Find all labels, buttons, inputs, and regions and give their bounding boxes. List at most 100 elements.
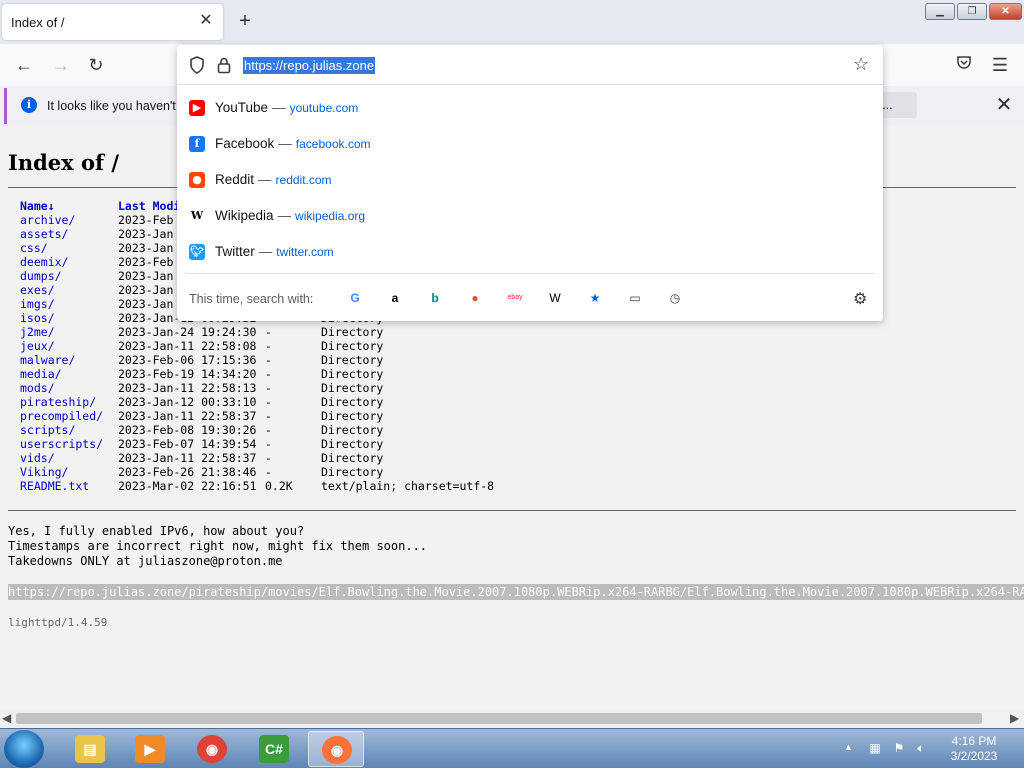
table-row: isos/2023-Jan-12 00:29:32-Directory [20,311,383,325]
taskbar-csharp-app[interactable]: C# [246,731,302,767]
taskbar-explorer-app[interactable]: ▤ [62,731,118,767]
start-button[interactable] [4,730,44,768]
tray-expand-icon[interactable]: ▲ [844,742,853,752]
entry-link[interactable]: precompiled/ [20,409,103,423]
modified-column-header[interactable]: Last Modi [118,199,180,213]
entry-link[interactable]: media/ [20,367,62,381]
close-window-button[interactable]: ✕ [989,3,1022,20]
engine-bookmarks-icon[interactable]: ★ [586,289,604,307]
search-settings-gear-icon[interactable]: ⚙ [853,289,867,309]
bookmark-star-icon[interactable]: ☆ [853,54,869,75]
entry-link[interactable]: archive/ [20,213,75,227]
entry-link[interactable]: dumps/ [20,269,62,283]
selected-url-text: https://repo.julias.zone/pirateship/movi… [8,584,1024,600]
entry-modified: 2023-Jan-11 22:58:13 [118,381,257,395]
tab-index[interactable]: Index of / ✕ [2,4,223,40]
entry-modified: 2023-Feb-26 21:38:46 [118,465,257,479]
suggestion-url: wikipedia.org [295,209,366,223]
entry-link[interactable]: malware/ [20,353,75,367]
entry-modified: 2023-Jan [118,297,174,311]
entry-link[interactable]: pirateship/ [20,395,96,409]
hamburger-menu-icon[interactable]: ☰ [988,54,1012,76]
suggestion-wikipedia[interactable]: W Wikipedia — wikipedia.org [177,198,883,234]
entry-link[interactable]: assets/ [20,227,68,241]
url-input[interactable]: https://repo.julias.zone [243,57,376,74]
back-arrow-icon[interactable]: ← [12,54,36,76]
entry-size: - [265,381,272,395]
suggestion-title: Twitter [215,244,255,259]
scroll-left-arrow-icon[interactable]: ◀ [2,711,11,725]
engine-amazon-icon[interactable]: a [386,289,404,307]
clock[interactable]: 4:16 PM 3/2/2023 [940,734,1008,764]
entry-link[interactable]: scripts/ [20,423,75,437]
table-row: vids/2023-Jan-11 22:58:37- Directory [20,451,383,465]
suggestion-facebook[interactable]: f Facebook — facebook.com [177,126,883,162]
lock-icon[interactable] [217,56,231,74]
flag-icon[interactable]: ⚑ [892,741,906,755]
entry-modified: 2023-Jan-11 22:58:37 [118,451,257,465]
engine-bing-icon[interactable]: b [426,289,444,307]
entry-modified: 2023-Jan [118,241,174,255]
engine-wikipedia-icon[interactable]: W [546,289,564,307]
tab-close-icon[interactable]: ✕ [197,12,215,30]
new-tab-button[interactable]: + [234,10,256,32]
explorer-icon: ▤ [75,735,105,763]
scrollbar-thumb[interactable] [16,713,982,724]
entry-link[interactable]: isos/ [20,311,55,325]
table-row: scripts/2023-Feb-08 19:30:26- Directory [20,423,383,437]
suggestion-url: reddit.com [275,173,332,187]
engine-google-icon[interactable]: G [346,289,364,307]
footer-line: Yes, I fully enabled IPv6, how about you… [8,524,305,538]
clock-date: 3/2/2023 [950,749,998,763]
suggestion-reddit[interactable]: ● Reddit — reddit.com [177,162,883,198]
horizontal-scrollbar[interactable]: ◀ ▶ [0,710,1024,727]
entry-link[interactable]: Viking/ [20,465,68,479]
engine-ebay-icon[interactable]: ebay [506,289,524,307]
engine-history-icon[interactable]: ◷ [666,289,684,307]
suggestion-separator: — [258,244,273,259]
table-row: README.txt 2023-Mar-02 22:16:51 0.2K text/p… [20,479,494,493]
entry-modified: 2023-Feb-19 14:34:20 [118,367,257,381]
entry-link[interactable]: README.txt [20,479,89,493]
engine-duckduckgo-icon[interactable]: ● [466,289,484,307]
minimize-button[interactable]: ▁ [925,3,955,20]
taskbar-media-player-app[interactable]: ▶ [122,731,178,767]
entry-link[interactable]: userscripts/ [20,437,103,451]
entry-link[interactable]: imgs/ [20,297,55,311]
suggestion-url: facebook.com [295,137,371,151]
table-row: deemix/2023-Feb [20,255,173,269]
reload-icon[interactable]: ↻ [84,54,108,76]
divider [185,273,875,274]
entry-size: - [265,353,272,367]
entry-type: Directory [321,437,384,451]
scroll-right-arrow-icon[interactable]: ▶ [1010,711,1019,725]
search-with-label: This time, search with: [189,292,314,306]
entry-size: - [265,339,272,353]
entry-link[interactable]: vids/ [20,451,55,465]
entry-link[interactable]: deemix/ [20,255,68,269]
maximize-button[interactable]: ❐ [957,3,987,20]
taskbar-chrome-app[interactable]: ◉ [184,731,240,767]
network-icon[interactable]: ▦ [868,741,882,755]
entry-link[interactable]: j2me/ [20,325,55,339]
entry-link[interactable]: jeux/ [20,339,55,353]
entry-link[interactable]: css/ [20,241,48,255]
suggestion-youtube[interactable]: ▶ YouTube — youtube.com [177,90,883,126]
pocket-icon[interactable] [952,54,976,76]
shield-icon[interactable] [189,56,205,74]
entry-size: - [265,451,272,465]
reddit-icon: ● [189,172,205,188]
wikipedia-icon: W [190,209,204,222]
suggestion-title: Reddit [215,172,255,187]
forward-arrow-icon[interactable]: → [49,54,73,76]
suggestion-twitter[interactable]: 🐦︎ Twitter — twitter.com [177,234,883,270]
entry-link[interactable]: mods/ [20,381,55,395]
entry-size: - [265,423,272,437]
taskbar-firefox-app[interactable]: ◉ [308,731,364,767]
entry-link[interactable]: exes/ [20,283,55,297]
volume-icon[interactable]: 🔈︎ [914,741,928,755]
engine-tabs-icon[interactable]: ▭ [626,289,644,307]
name-column-header[interactable]: Name↓ [20,199,55,213]
notification-close-icon[interactable]: ✕ [993,94,1015,116]
url-dropdown-panel: https://repo.julias.zone ☆ ▶ YouTube — yout… [177,45,883,321]
